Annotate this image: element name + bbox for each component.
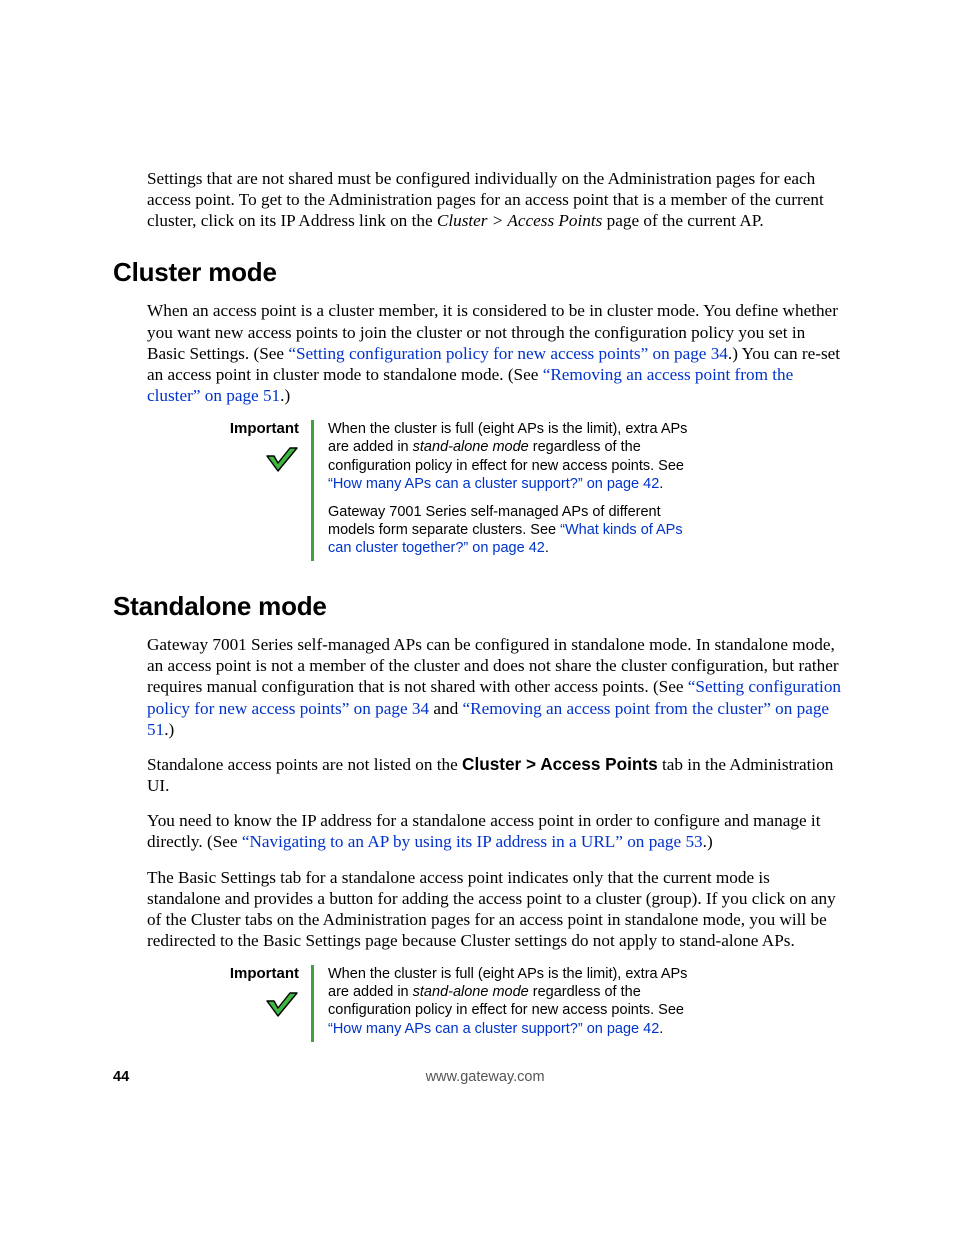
text: Standalone access points are not listed … [147,755,462,774]
checkmark-icon [265,445,299,478]
text: . [659,476,663,492]
page-footer: 44 www.gateway.com [113,1069,841,1085]
intro-paragraph: Settings that are not shared must be con… [147,168,841,231]
italic-text: stand-alone mode [413,984,529,1000]
text: .) [280,386,290,405]
note-label: Important [191,965,299,982]
page-number: 44 [113,1069,129,1085]
cluster-block: When an access point is a cluster member… [113,300,841,406]
checkmark-icon [265,990,299,1023]
text: and [429,699,462,718]
note-paragraph: When the cluster is full (eight APs is t… [328,420,696,493]
text: . [659,1021,663,1037]
standalone-paragraph-2: Standalone access points are not listed … [147,754,841,796]
standalone-paragraph-3: You need to know the IP address for a st… [147,810,841,852]
cluster-paragraph: When an access point is a cluster member… [147,300,841,406]
text: .) [164,720,174,739]
link-setting-config-policy[interactable]: “Setting configuration policy for new ac… [288,344,728,363]
note-paragraph: When the cluster is full (eight APs is t… [328,965,696,1038]
note-body: When the cluster is full (eight APs is t… [311,965,696,1042]
note-label: Important [191,420,299,437]
link-how-many-aps-2[interactable]: “How many APs can a cluster support?” on… [328,1021,659,1037]
standalone-paragraph-1: Gateway 7001 Series self-managed APs can… [147,634,841,740]
page: Settings that are not shared must be con… [0,0,954,1235]
standalone-block: Gateway 7001 Series self-managed APs can… [113,634,841,951]
intro-block: Settings that are not shared must be con… [113,168,841,231]
heading-cluster-mode: Cluster mode [113,257,841,288]
link-navigating-ap[interactable]: “Navigating to an AP by using its IP add… [242,832,703,851]
note-paragraph: Gateway 7001 Series self-managed APs of … [328,503,696,557]
italic-text: stand-alone mode [413,439,529,455]
note-body: When the cluster is full (eight APs is t… [311,420,696,561]
important-note-2: Important When the cluster is full (eigh… [113,965,841,1042]
bold-breadcrumb: Cluster > Access Points [462,754,658,774]
footer-url: www.gateway.com [129,1069,841,1085]
text: page of the current AP. [602,211,763,230]
note-label-column: Important [191,965,311,1042]
link-how-many-aps[interactable]: “How many APs can a cluster support?” on… [328,476,659,492]
text: . [545,540,549,556]
breadcrumb-italic: Cluster > Access Points [437,211,602,230]
important-note-1: Important When the cluster is full (eigh… [113,420,841,561]
standalone-paragraph-4: The Basic Settings tab for a standalone … [147,867,841,952]
heading-standalone-mode: Standalone mode [113,591,841,622]
note-label-column: Important [191,420,311,561]
text: .) [703,832,713,851]
